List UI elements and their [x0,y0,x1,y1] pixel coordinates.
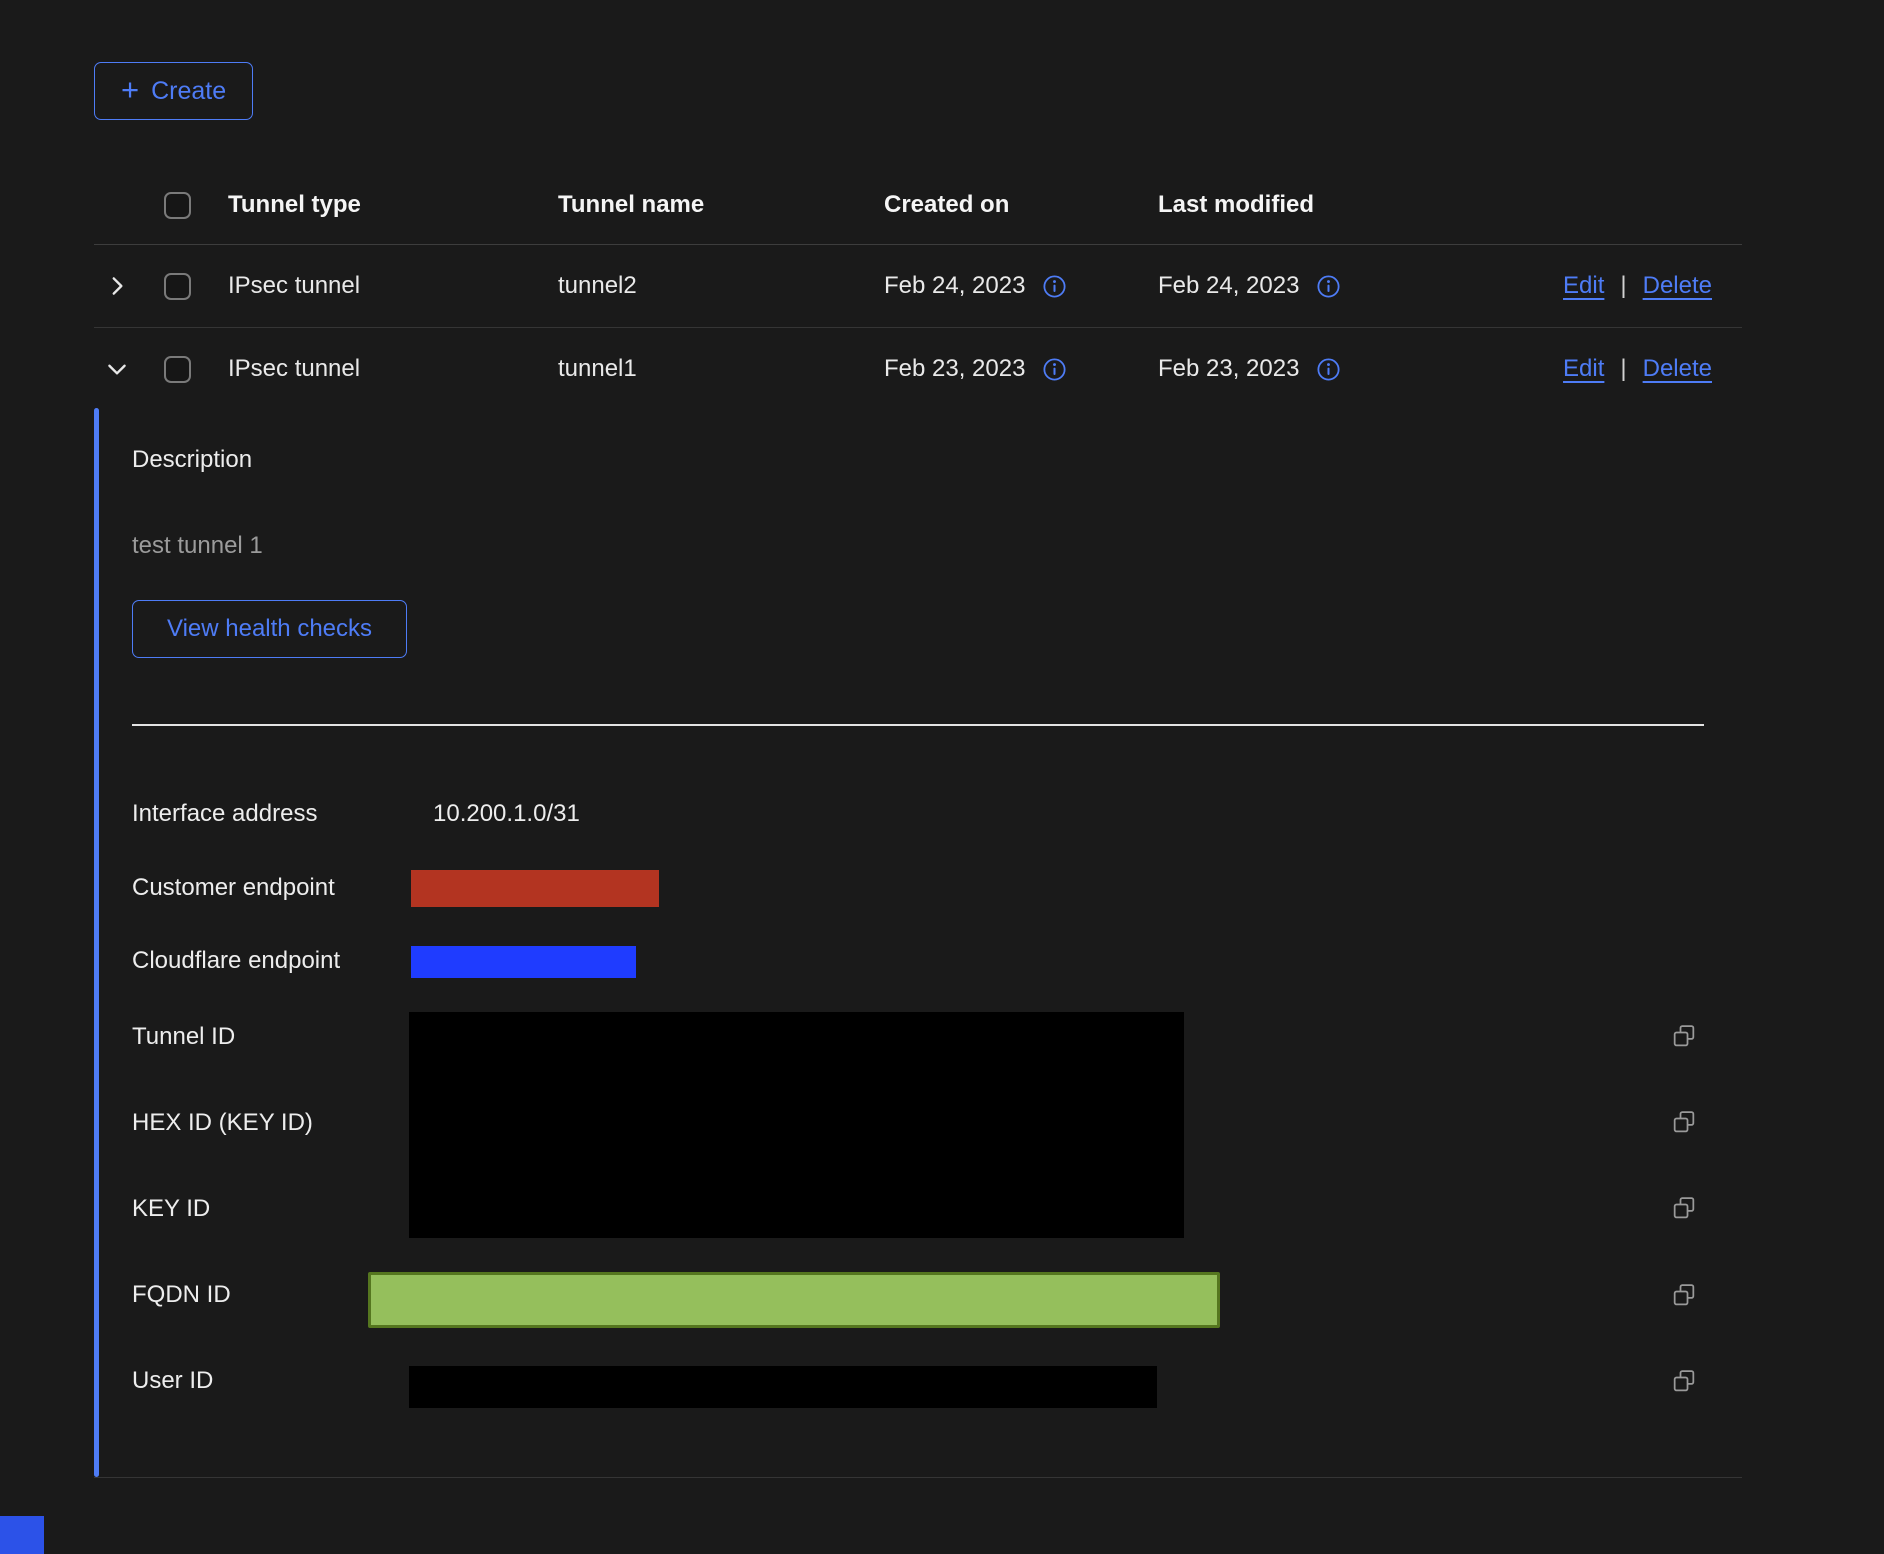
info-icon[interactable] [1041,273,1068,300]
fqdn-id-redacted-value [368,1272,1220,1328]
copy-tunnel-id-icon[interactable] [1670,1022,1698,1050]
table-row-tunnel2: IPsec tunnel tunnel2 Feb 24, 2023 Feb 24… [94,245,1742,328]
copy-user-id-icon[interactable] [1670,1367,1698,1395]
header-created-on: Created on [884,191,1158,219]
create-button[interactable]: + Create [94,62,253,120]
header-last-modified: Last modified [1158,191,1448,219]
table-header-row: Tunnel type Tunnel name Created on Last … [94,166,1742,245]
edit-link[interactable]: Edit [1563,272,1604,300]
customer-endpoint-label: Customer endpoint [132,874,335,902]
edit-link[interactable]: Edit [1563,355,1604,383]
copy-key-id-icon[interactable] [1670,1194,1698,1222]
customer-endpoint-redacted-value [411,870,659,907]
create-button-label: Create [151,77,226,106]
plus-icon: + [121,74,139,105]
tunnel-id-label: Tunnel ID [132,1023,235,1051]
user-id-redacted-value [409,1366,1157,1408]
description-label: Description [132,446,252,474]
copy-fqdn-id-icon[interactable] [1670,1281,1698,1309]
tunnel-hex-key-redacted-value [409,1012,1184,1238]
header-tunnel-type: Tunnel type [228,191,558,219]
delete-link[interactable]: Delete [1643,272,1712,300]
last-modified-cell: Feb 24, 2023 [1158,272,1299,300]
tunnel-name-cell: tunnel2 [558,272,884,300]
chevron-right-icon[interactable] [104,273,130,299]
action-separator: | [1620,272,1626,300]
chevron-down-icon[interactable] [104,356,130,382]
cloudflare-endpoint-redacted-value [411,946,636,978]
info-icon[interactable] [1041,356,1068,383]
tunnel-type-cell: IPsec tunnel [228,355,558,383]
expanded-row-indicator-bar [94,408,99,1477]
interface-address-value: 10.200.1.0/31 [433,800,580,828]
table-row-tunnel1: IPsec tunnel tunnel1 Feb 23, 2023 Feb 23… [94,328,1742,410]
view-health-checks-button[interactable]: View health checks [132,600,407,658]
row-checkbox[interactable] [164,356,191,383]
info-icon[interactable] [1315,356,1342,383]
hex-id-label: HEX ID (KEY ID) [132,1109,313,1137]
info-icon[interactable] [1315,273,1342,300]
header-tunnel-name: Tunnel name [558,191,884,219]
created-on-cell: Feb 23, 2023 [884,355,1025,383]
fqdn-id-label: FQDN ID [132,1281,231,1309]
select-all-checkbox[interactable] [164,192,191,219]
row-checkbox[interactable] [164,273,191,300]
description-value: test tunnel 1 [132,532,263,560]
tunnel-type-cell: IPsec tunnel [228,272,558,300]
action-separator: | [1620,355,1626,383]
delete-link[interactable]: Delete [1643,355,1712,383]
interface-address-label: Interface address [132,800,317,828]
created-on-cell: Feb 24, 2023 [884,272,1025,300]
last-modified-cell: Feb 23, 2023 [1158,355,1299,383]
tunnel-detail-panel: Description test tunnel 1 View health ch… [94,408,1742,1478]
tunnel-name-cell: tunnel1 [558,355,884,383]
copy-hex-id-icon[interactable] [1670,1108,1698,1136]
ipsec-tunnels-page: + Create Tunnel type Tunnel name Created… [0,0,1884,1554]
corner-accent-fragment [0,1516,44,1554]
user-id-label: User ID [132,1367,213,1395]
cloudflare-endpoint-label: Cloudflare endpoint [132,947,340,975]
tunnels-table: Tunnel type Tunnel name Created on Last … [94,166,1742,410]
key-id-label: KEY ID [132,1195,210,1223]
header-checkbox-cell [150,192,228,219]
section-divider [132,724,1704,726]
